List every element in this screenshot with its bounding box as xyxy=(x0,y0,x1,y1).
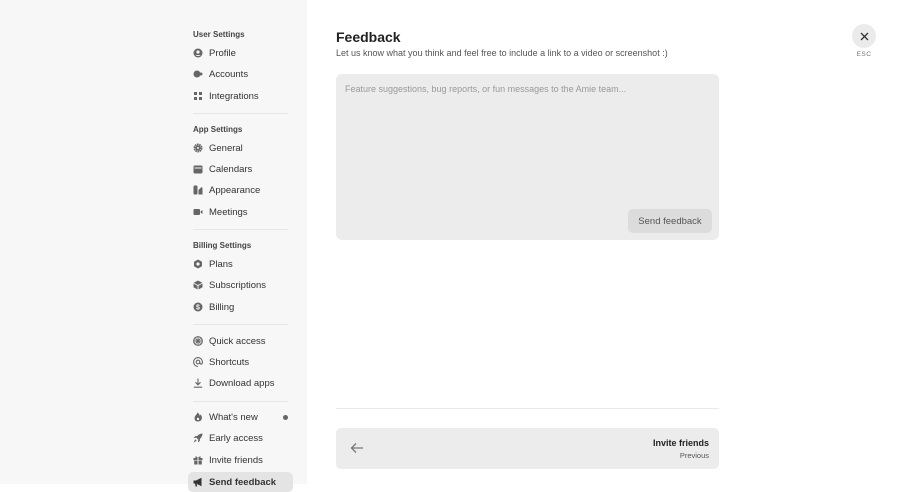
sidebar-item-send-feedback[interactable]: Send feedback xyxy=(188,472,293,492)
profile-icon xyxy=(193,48,203,58)
sidebar-item-calendars[interactable]: Calendars xyxy=(188,159,293,179)
sidebar-item-label: Plans xyxy=(209,258,233,270)
sidebar-item-profile[interactable]: Profile xyxy=(188,43,293,63)
calendar-icon xyxy=(193,164,203,174)
sidebar-item-label: Quick access xyxy=(209,335,266,347)
sidebar-item-label: Invite friends xyxy=(209,454,263,466)
sidebar-item-label: Profile xyxy=(209,47,236,59)
divider xyxy=(336,408,719,409)
sidebar-item-accounts[interactable]: Accounts xyxy=(188,64,293,84)
sidebar-item-whats-new[interactable]: What's new xyxy=(188,407,293,427)
sidebar-item-label: Accounts xyxy=(209,68,249,80)
divider xyxy=(193,113,288,114)
video-icon xyxy=(193,207,203,217)
unread-dot xyxy=(283,414,288,420)
previous-page-link[interactable]: Invite friends Previous xyxy=(336,428,719,469)
at-icon xyxy=(193,357,203,367)
svg-text:$: $ xyxy=(196,305,200,312)
sidebar-item-invite-friends[interactable]: Invite friends xyxy=(188,450,293,470)
divider xyxy=(193,229,288,230)
previous-page-title: Invite friends xyxy=(652,438,709,448)
sidebar-item-label: Subscriptions xyxy=(209,279,267,291)
gift-icon xyxy=(193,455,203,465)
arrow-left-icon xyxy=(350,443,363,453)
sidebar-item-label: Shortcuts xyxy=(209,356,250,368)
download-icon xyxy=(193,378,203,388)
rocket-icon xyxy=(193,433,203,443)
sidebar-item-label: What's new xyxy=(209,411,258,423)
divider xyxy=(193,401,288,402)
sidebar-item-appearance[interactable]: Appearance xyxy=(188,180,293,200)
section-heading: App Settings xyxy=(193,125,243,134)
sidebar-item-general[interactable]: General xyxy=(188,138,293,158)
sidebar-item-download-apps[interactable]: Download apps xyxy=(188,373,293,393)
page-subtitle: Let us know what you think and feel free… xyxy=(336,48,668,58)
page-title: Feedback xyxy=(336,29,401,45)
accounts-icon xyxy=(193,69,203,79)
sidebar-item-label: Early access xyxy=(209,432,263,444)
previous-label: Previous xyxy=(679,451,709,460)
sidebar-item-meetings[interactable]: Meetings xyxy=(188,202,293,222)
box-icon xyxy=(193,280,203,290)
sidebar-item-plans[interactable]: Plans xyxy=(188,254,293,274)
close-icon xyxy=(860,32,868,40)
megaphone-icon xyxy=(193,477,203,487)
gear-icon xyxy=(193,143,203,153)
sidebar-item-label: Integrations xyxy=(209,90,259,102)
sidebar-item-label: Download apps xyxy=(209,377,275,389)
quick-access-icon xyxy=(193,336,203,346)
flame-icon xyxy=(193,412,203,422)
settings-sidebar: User Settings Profile Accounts Integrati… xyxy=(0,0,307,492)
esc-hint: ESC xyxy=(856,51,872,58)
section-heading: User Settings xyxy=(193,30,245,39)
dollar-icon: $ xyxy=(193,302,203,312)
close-button[interactable] xyxy=(852,24,876,48)
section-heading: Billing Settings xyxy=(193,241,252,250)
sidebar-item-label: Send feedback xyxy=(209,476,277,488)
sidebar-item-quick-access[interactable]: Quick access xyxy=(188,331,293,351)
sidebar-item-billing[interactable]: $ Billing xyxy=(188,297,293,317)
sidebar-item-label: Billing xyxy=(209,301,235,313)
sidebar-item-early-access[interactable]: Early access xyxy=(188,428,293,448)
sidebar-item-label: General xyxy=(209,142,243,154)
sidebar-item-subscriptions[interactable]: Subscriptions xyxy=(188,275,293,295)
sidebar-item-integrations[interactable]: Integrations xyxy=(188,86,293,106)
sidebar-item-label: Appearance xyxy=(209,184,261,196)
sidebar-item-label: Meetings xyxy=(209,206,248,218)
appearance-icon xyxy=(193,185,203,195)
sidebar-item-label: Calendars xyxy=(209,163,253,175)
integrations-icon xyxy=(193,91,203,101)
plans-icon xyxy=(193,259,203,269)
divider xyxy=(193,324,288,325)
send-feedback-button[interactable]: Send feedback xyxy=(628,209,712,233)
sidebar-item-shortcuts[interactable]: Shortcuts xyxy=(188,352,293,372)
